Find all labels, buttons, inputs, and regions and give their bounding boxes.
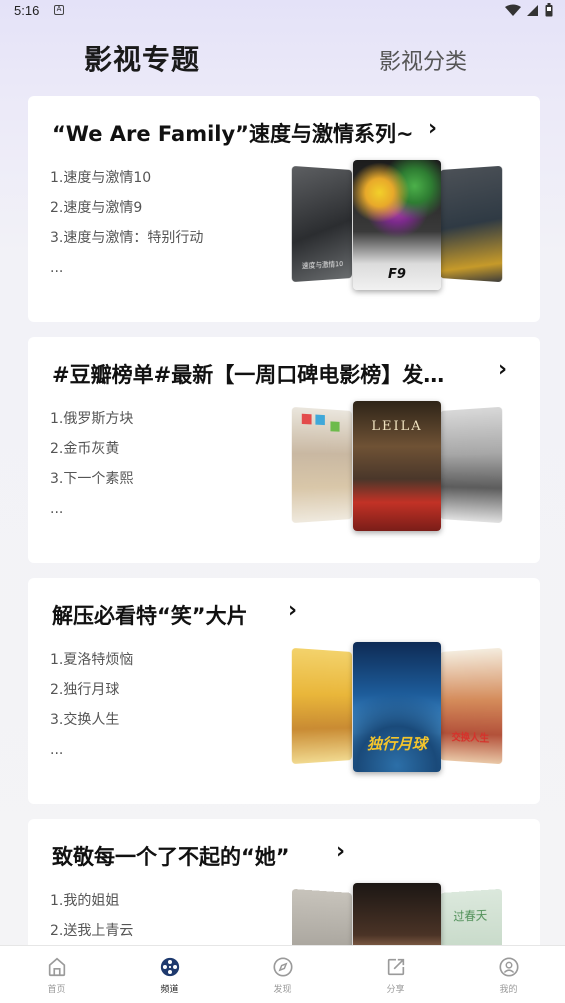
movie-list: 1.速度与激情10 2.速度与激情9 3.速度与激情：特别行动 ... — [50, 168, 203, 288]
bottom-nav: 首页 频道 发现 分享 我的 — [0, 945, 565, 1003]
nav-label: 我的 — [499, 985, 518, 995]
list-item: 1.我的姐姐 — [50, 893, 120, 909]
poster-stack[interactable]: 速度与激情10 F9 — [291, 160, 503, 292]
poster-image: 交换人生 — [440, 647, 503, 765]
list-item: ... — [50, 260, 64, 276]
poster-image: 过春天 — [440, 888, 503, 945]
poster-caption: F9 — [388, 267, 406, 282]
card-title[interactable]: 解压必看特“笑”大片 — [52, 600, 432, 630]
nav-label: 频道 — [160, 985, 179, 995]
poster-stack[interactable]: LEILA — [291, 401, 503, 533]
movie-list: 1.俄罗斯方块 2.金币灰黄 3.下一个素熙 ... — [50, 409, 133, 529]
tetris-block — [330, 421, 340, 432]
status-time: 5:16 — [14, 3, 40, 18]
tetris-block — [301, 413, 312, 425]
chevron-right-icon[interactable]: › — [428, 116, 437, 141]
card-title[interactable]: #豆瓣榜单#最新【一周口碑电影榜】发… — [52, 359, 492, 389]
status-bar: 5:16 A — [0, 0, 565, 22]
poster-image — [291, 647, 353, 765]
movie-list: 1.夏洛特烦恼 2.独行月球 3.交换人生 ... — [50, 650, 133, 770]
share-icon — [387, 958, 404, 976]
notification-icon: A — [54, 5, 64, 15]
tab-movie-categories[interactable]: 影视分类 — [379, 44, 467, 76]
chevron-right-icon[interactable]: › — [288, 598, 297, 623]
topic-card[interactable]: “We Are Family”速度与激情系列~ › 1.速度与激情10 2.速度… — [28, 96, 540, 322]
card-title[interactable]: “We Are Family”速度与激情系列~ — [52, 118, 432, 148]
profile-icon — [498, 957, 519, 977]
list-item: 3.交换人生 — [50, 712, 120, 728]
list-item: 1.速度与激情10 — [50, 170, 152, 186]
list-item: 2.独行月球 — [50, 682, 120, 698]
list-item: 2.送我上青云 — [50, 923, 134, 939]
nav-item-discover[interactable]: 发现 — [226, 946, 339, 1003]
nav-item-mine[interactable]: 我的 — [452, 946, 565, 1003]
poster-image: 独行月球 — [353, 642, 441, 772]
signal-icon — [527, 4, 538, 16]
chevron-right-icon[interactable]: › — [498, 357, 507, 382]
poster-image — [440, 406, 503, 524]
topic-card[interactable]: 致敬每一个了不起的“她” › 1.我的姐姐 2.送我上青云 过春天 — [28, 819, 540, 945]
film-reel-icon — [160, 957, 179, 977]
poster-caption: LEILA — [371, 419, 423, 434]
poster-image: LEILA — [353, 401, 441, 531]
list-item: ... — [50, 501, 64, 517]
tetris-block — [315, 414, 325, 426]
poster-caption: 速度与激情10 — [301, 260, 344, 271]
chevron-right-icon[interactable]: › — [336, 839, 345, 864]
list-item: 2.金币灰黄 — [50, 441, 120, 457]
nav-label: 分享 — [386, 985, 405, 995]
list-item: 1.夏洛特烦恼 — [50, 652, 134, 668]
battery-icon — [545, 3, 553, 17]
list-item: 3.速度与激情：特别行动 — [50, 230, 204, 246]
poster-stack[interactable]: 交换人生 独行月球 — [291, 642, 503, 774]
wifi-icon — [505, 4, 521, 16]
list-item: 1.俄罗斯方块 — [50, 411, 134, 427]
poster-image — [353, 883, 441, 945]
poster-image: F9 — [353, 160, 441, 290]
nav-item-home[interactable]: 首页 — [0, 946, 113, 1003]
list-item: 2.速度与激情9 — [50, 200, 143, 216]
poster-image — [440, 165, 503, 283]
compass-icon — [272, 957, 293, 977]
top-tabs: 影视专题 影视分类 — [0, 38, 565, 82]
nav-label: 首页 — [47, 985, 66, 995]
poster-caption: 过春天 — [453, 908, 488, 924]
topic-card[interactable]: #豆瓣榜单#最新【一周口碑电影榜】发… › 1.俄罗斯方块 2.金币灰黄 3.下… — [28, 337, 540, 563]
nav-item-channel[interactable]: 频道 — [113, 946, 226, 1003]
poster-stack[interactable]: 过春天 — [291, 883, 503, 945]
poster-caption: 交换人生 — [451, 732, 490, 745]
poster-image — [291, 888, 353, 945]
poster-caption: 独行月球 — [366, 735, 427, 753]
poster-image — [291, 406, 353, 524]
card-title[interactable]: 致敬每一个了不起的“她” — [52, 841, 432, 871]
home-icon — [48, 957, 65, 977]
poster-image: 速度与激情10 — [291, 165, 353, 283]
nav-item-share[interactable]: 分享 — [339, 946, 452, 1003]
tab-movie-topics[interactable]: 影视专题 — [84, 38, 200, 78]
list-item: 3.下一个素熙 — [50, 471, 134, 487]
status-icons — [505, 3, 553, 17]
list-item: ... — [50, 742, 64, 758]
movie-list: 1.我的姐姐 2.送我上青云 — [50, 891, 133, 945]
topic-card[interactable]: 解压必看特“笑”大片 › 1.夏洛特烦恼 2.独行月球 3.交换人生 ... 交… — [28, 578, 540, 804]
nav-label: 发现 — [273, 985, 292, 995]
